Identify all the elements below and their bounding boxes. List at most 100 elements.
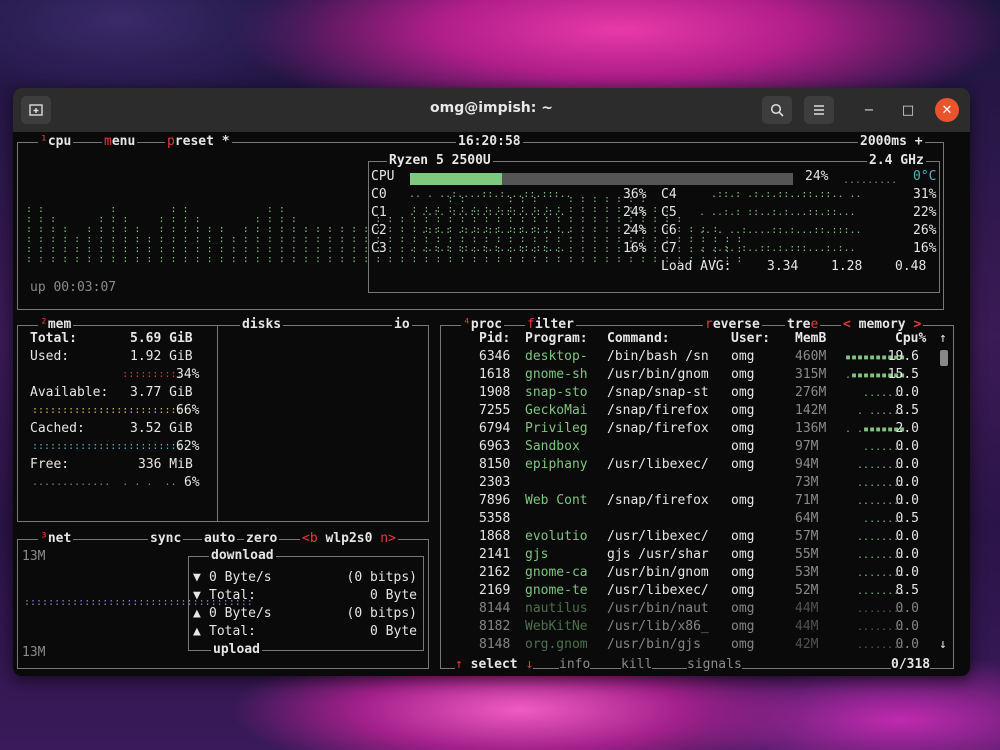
- process-row[interactable]: 6794 Privileg/snap/firefox omg 136M. .▪▪▪▪▪…: [441, 420, 937, 438]
- process-row[interactable]: 8144 nautilus/usr/bin/naut omg 44M ........…: [441, 600, 937, 618]
- process-mem: 55M: [795, 547, 819, 562]
- process-program: nautilus: [525, 601, 588, 616]
- net-stat-value: (0 bitps): [346, 606, 417, 621]
- terminal-window: omg@impish: ~ − □ ✕ ¹cpu menu preset * 1…: [13, 88, 970, 676]
- proc-signals-button[interactable]: signals: [687, 656, 742, 674]
- process-row[interactable]: 5358 64M ....... 0.5: [441, 510, 937, 528]
- process-cpu: 0.0: [895, 439, 919, 454]
- col-header-user[interactable]: User:: [731, 330, 770, 348]
- process-row[interactable]: 8182 WebKitNe/usr/lib/x86_ omg 44M ........…: [441, 618, 937, 636]
- cpu-menu-button[interactable]: menu: [102, 133, 138, 151]
- process-pid: 1618: [479, 367, 511, 382]
- net-zero-button[interactable]: zero: [244, 530, 280, 548]
- process-pid: 8182: [479, 619, 511, 634]
- process-program: epiphany: [525, 457, 588, 472]
- process-row[interactable]: 2303 73M ........ 0.0: [441, 474, 937, 492]
- uptime: up 00:03:07: [30, 280, 117, 295]
- load-average-15: 0.48: [895, 259, 927, 274]
- mem-cached-label: Cached:: [30, 421, 85, 436]
- scroll-down-icon[interactable]: ↓: [939, 636, 947, 654]
- mem-cached-meter: ::::::::::::::::::::::::::: [32, 441, 189, 452]
- process-row[interactable]: 6963 Sandbox omg 97M ....... 0.0: [441, 438, 937, 456]
- process-row[interactable]: 6346 desktop-/bin/bash /sn omg 460M ▪▪▪▪▪▪▪▪…: [441, 348, 937, 366]
- process-user: omg: [731, 385, 755, 400]
- process-row[interactable]: 1868 evolutio/usr/libexec/omg 57M ........…: [441, 528, 937, 546]
- process-program: gnome-sh: [525, 367, 588, 382]
- net-stat-value: 0 Byte: [370, 624, 417, 639]
- col-header-command[interactable]: Command:: [607, 330, 670, 348]
- search-icon: [770, 103, 784, 117]
- process-row[interactable]: 7255 GeckoMai/snap/firefox omg 142M . .....…: [441, 402, 937, 420]
- net-auto-toggle[interactable]: auto: [202, 530, 238, 548]
- process-pid: 7896: [479, 493, 511, 508]
- process-row[interactable]: 8150 epiphany/usr/libexec/omg 94M ........…: [441, 456, 937, 474]
- load-average-1: 3.34: [767, 259, 799, 274]
- process-row[interactable]: 2141 gjs gjs /usr/shar omg 55M ........ 0.0: [441, 546, 937, 564]
- process-row[interactable]: 2162 gnome-ca/usr/bin/gnom omg 53M ........…: [441, 564, 937, 582]
- core-percent: 24%: [623, 223, 647, 238]
- update-interval[interactable]: 2000ms +: [858, 133, 925, 151]
- col-header-mem[interactable]: MemB: [795, 330, 826, 348]
- net-arrow-icon: ▲: [193, 624, 201, 639]
- process-row[interactable]: 7896 Web Cont/snap/firefox omg 71M ........…: [441, 492, 937, 510]
- net-interface-selector[interactable]: <b wlp2s0 n>: [300, 530, 398, 548]
- process-row[interactable]: 1908 snap-sto/snap/snap-st omg 276M .......…: [441, 384, 937, 402]
- mem-disk-divider: [217, 326, 218, 521]
- process-command: /snap/firefox: [607, 493, 709, 508]
- upload-label: upload: [211, 641, 262, 659]
- cpu-panel-label[interactable]: ¹cpu: [38, 133, 74, 151]
- search-button[interactable]: [762, 96, 792, 124]
- process-command: /usr/bin/naut: [607, 601, 709, 616]
- proc-select-control[interactable]: ↑ select ↓: [455, 656, 534, 674]
- col-header-cpu[interactable]: Cpu%: [895, 330, 926, 348]
- mem-used-value: 1.92 GiB: [130, 349, 193, 364]
- scroll-up-icon[interactable]: ↑: [939, 330, 947, 348]
- terminal-area[interactable]: ¹cpu menu preset * 16:20:58 2000ms +::…: [13, 132, 970, 676]
- process-row[interactable]: 1618 gnome-sh/usr/bin/gnom omg 315M .▪▪▪▪▪▪▪…: [441, 366, 937, 384]
- menu-button[interactable]: [804, 96, 834, 124]
- col-header-pid[interactable]: Pid:: [479, 330, 510, 348]
- core-percent: 22%: [913, 205, 937, 220]
- core-name: C0: [371, 187, 387, 202]
- proc-info-button[interactable]: info: [559, 656, 591, 674]
- process-command: /snap/firefox: [607, 403, 709, 418]
- process-cpu: 0.0: [895, 385, 919, 400]
- load-average-label: Load AVG:: [661, 259, 732, 274]
- cpu-preset-button[interactable]: preset *: [165, 133, 232, 151]
- cpu-total-percent: 24%: [805, 169, 829, 184]
- maximize-button[interactable]: □: [896, 98, 920, 122]
- cpu-info-panel: Ryzen 5 2500U 2.4 GHz CPU 24% ......... …: [368, 152, 940, 293]
- process-command: /usr/bin/gnom: [607, 565, 709, 580]
- process-mem: 276M: [795, 385, 827, 400]
- core-name: C2: [371, 223, 387, 238]
- process-cpu: 19.6: [887, 349, 919, 364]
- proc-kill-button[interactable]: kill: [621, 656, 653, 674]
- minimize-button[interactable]: −: [857, 98, 881, 122]
- close-button[interactable]: ✕: [935, 98, 959, 122]
- process-mem: 71M: [795, 493, 819, 508]
- process-mem: 142M: [795, 403, 827, 418]
- col-header-program[interactable]: Program:: [525, 330, 588, 348]
- process-row[interactable]: 2169 gnome-te/usr/libexec/omg 52M ........…: [441, 582, 937, 600]
- core-graph: .. . ..:....::.:...::.:::..: [699, 225, 862, 236]
- process-mem: 94M: [795, 457, 819, 472]
- mem-cached-value: 3.52 GiB: [130, 421, 193, 436]
- proc-scrollbar-thumb[interactable]: [940, 350, 948, 366]
- mem-total-label: Total:: [30, 331, 77, 346]
- process-pid: 8148: [479, 637, 511, 652]
- process-program: gjs: [525, 547, 549, 562]
- process-command: /usr/libexec/: [607, 583, 709, 598]
- process-cpu: 0.0: [895, 601, 919, 616]
- mem-panel: ²mem disks io Total: 5.69 GiB Used: 1.92…: [17, 316, 429, 522]
- process-program: GeckoMai: [525, 403, 588, 418]
- process-program: Sandbox: [525, 439, 580, 454]
- io-toggle[interactable]: io: [392, 316, 412, 334]
- process-command: /snap/firefox: [607, 421, 709, 436]
- net-stat-label: Total:: [209, 624, 256, 639]
- net-sync-toggle[interactable]: sync: [148, 530, 184, 548]
- process-pid: 8150: [479, 457, 511, 472]
- net-panel-label[interactable]: ³net: [38, 530, 74, 548]
- process-row[interactable]: 8148 org.gnom/usr/bin/gjs omg 42M ........ 0…: [441, 636, 937, 654]
- process-mem: 53M: [795, 565, 819, 580]
- process-user: omg: [731, 367, 755, 382]
